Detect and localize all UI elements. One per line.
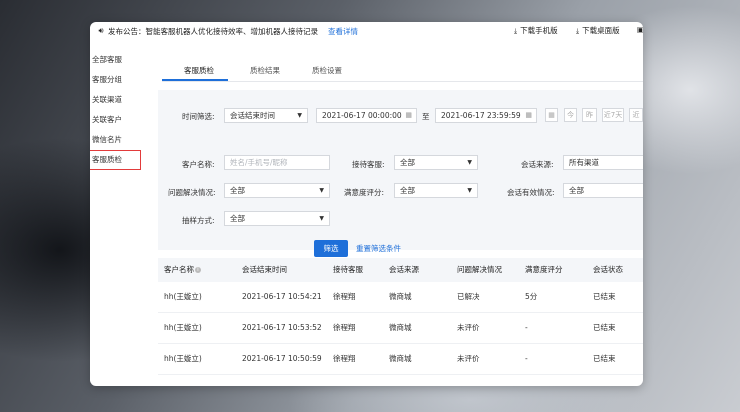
filter-panel: 时间筛选: 会话结束时间 ▼ 2021-06-17 00:00:00 ▦ 至 202… [158, 90, 643, 257]
sidebar-item-quality-check[interactable]: 客服质检 [90, 150, 141, 170]
end-time-input[interactable]: 2021-06-17 23:59:59 ▦ [435, 108, 537, 123]
tab-quality-check[interactable]: 客服质检 [184, 65, 214, 76]
end-time-cell: 2021-06-17 10:54:21 [242, 292, 322, 301]
resolution-cell: 未评价 [457, 354, 480, 363]
table-row[interactable]: hh(王嫙立) 2021-06-17 10:53:52 徐程翔 微商城 未评价 … [158, 313, 643, 344]
satisfaction-select[interactable]: 全部 ▼ [394, 183, 478, 198]
source-cell: 微商城 [389, 292, 412, 301]
customer-name-cell: hh(王嫙立) [164, 323, 202, 332]
sampling-method-label: 抽样方式: [182, 216, 215, 225]
customer-name-cell: hh(王嫙立) [164, 354, 202, 363]
sidebar-item-linked-customers[interactable]: 关联客户 [90, 110, 140, 130]
satisfaction-cell: 5分 [525, 292, 538, 301]
announcement-bar: 🔊︎ 发布公告：智能客服机器人优化接待效率、增加机器人接待记录 查看详情 ⤓ 下载… [90, 22, 643, 40]
sidebar-item-all-agents[interactable]: 全部客服 [90, 50, 140, 70]
tab-check-settings[interactable]: 质检设置 [312, 65, 342, 76]
speaker-icon: 🔊︎ [98, 26, 104, 35]
agent-select[interactable]: 全部 ▼ [394, 155, 478, 170]
calendar-icon: ▦ [405, 111, 412, 119]
calendar-picker-button[interactable]: ▦ [545, 108, 558, 122]
sampling-method-select[interactable]: 全部 ▼ [224, 211, 330, 226]
table-row[interactable]: hh(王嫙立) 2021-06-17 10:54:21 徐程翔 微商城 已解决 … [158, 282, 643, 313]
source-cell: 微商城 [389, 354, 412, 363]
start-time-input[interactable]: 2021-06-17 00:00:00 ▦ [316, 108, 417, 123]
filter-button[interactable]: 筛选 [314, 240, 348, 257]
quick-today-button[interactable]: 今 [564, 108, 577, 122]
resolution-cell: 已解决 [457, 292, 480, 301]
session-source-select[interactable]: 所有渠道 [563, 155, 643, 170]
sidebar: 全部客服 客服分组 关联渠道 关联客户 微信名片 客服质检 [90, 50, 141, 170]
resolution-cell: 未评价 [457, 323, 480, 332]
quick-yesterday-button[interactable]: 昨 [582, 108, 597, 122]
agent-cell: 徐程翔 [333, 323, 356, 332]
session-validity-select[interactable]: 全部 [563, 183, 643, 198]
customer-name-label: 客户名称: [182, 160, 215, 169]
table-header: 客户名称 i 会话结束时间 接待客服 会话来源 问题解决情况 满意度评分 会话状态 [158, 258, 643, 282]
satisfaction-cell: - [525, 354, 528, 363]
download-icon: ⤓ [576, 27, 580, 35]
quick-7days-button[interactable]: 近7天 [602, 108, 624, 122]
issue-resolution-select[interactable]: 全部 ▼ [224, 183, 330, 198]
status-cell: 已结束 [593, 323, 616, 332]
calendar-icon[interactable]: ▣ [637, 25, 643, 34]
info-icon[interactable]: i [195, 267, 201, 273]
app-window: 🔊︎ 发布公告：智能客服机器人优化接待效率、增加机器人接待记录 查看详情 ⤓ 下载… [90, 22, 643, 386]
announcement-text: 发布公告：智能客服机器人优化接待效率、增加机器人接待记录 [108, 26, 318, 36]
caret-down-icon: ▼ [319, 187, 324, 194]
active-tab-indicator [162, 79, 228, 81]
satisfaction-label: 满意度评分: [344, 188, 385, 197]
download-icon: ⤓ [514, 27, 518, 35]
caret-down-icon: ▼ [319, 215, 324, 222]
view-details-link[interactable]: 查看详情 [328, 26, 358, 37]
results-table: 客户名称 i 会话结束时间 接待客服 会话来源 问题解决情况 满意度评分 会话状态… [158, 258, 643, 375]
column-header: 接待客服 [333, 265, 363, 274]
tab-bar: 客服质检 质检结果 质检设置 [162, 62, 643, 82]
column-header: 会话状态 [593, 265, 623, 274]
time-type-select[interactable]: 会话结束时间 ▼ [224, 108, 308, 123]
agent-cell: 徐程翔 [333, 292, 356, 301]
agent-cell: 徐程翔 [333, 354, 356, 363]
session-source-label: 会话来源: [521, 160, 554, 169]
caret-down-icon: ▼ [297, 112, 302, 119]
table-row[interactable]: hh(王嫙立) 2021-06-17 10:50:59 徐程翔 微商城 未评价 … [158, 344, 643, 375]
end-time-cell: 2021-06-17 10:53:52 [242, 323, 322, 332]
end-time-cell: 2021-06-17 10:50:59 [242, 354, 322, 363]
source-cell: 微商城 [389, 323, 412, 332]
column-header: 客户名称 i [164, 258, 201, 282]
quick-30days-button[interactable]: 近30天 [629, 108, 643, 122]
calendar-icon: ▦ [525, 111, 532, 119]
column-header: 会话来源 [389, 265, 419, 274]
customer-name-input[interactable]: 姓名/手机号/昵称 [224, 155, 330, 170]
status-cell: 已结束 [593, 292, 616, 301]
sidebar-item-agent-groups[interactable]: 客服分组 [90, 70, 140, 90]
range-separator: 至 [422, 112, 430, 121]
sidebar-item-linked-channels[interactable]: 关联渠道 [90, 90, 140, 110]
column-header: 会话结束时间 [242, 265, 287, 274]
download-desktop-button[interactable]: ⤓ 下载桌面版 [576, 25, 620, 36]
caret-down-icon: ▼ [467, 159, 472, 166]
satisfaction-cell: - [525, 323, 528, 332]
time-filter-label: 时间筛选: [182, 112, 215, 121]
download-mobile-button[interactable]: ⤓ 下载手机版 [514, 25, 558, 36]
session-validity-label: 会话有效情况: [507, 188, 555, 197]
agent-label: 接待客服: [352, 160, 385, 169]
reset-filters-link[interactable]: 重置筛选条件 [356, 243, 401, 254]
column-header: 问题解决情况 [457, 265, 502, 274]
tab-check-results[interactable]: 质检结果 [250, 65, 280, 76]
caret-down-icon: ▼ [467, 187, 472, 194]
customer-name-cell: hh(王嫙立) [164, 292, 202, 301]
sidebar-item-wechat-card[interactable]: 微信名片 [90, 130, 140, 150]
column-header: 满意度评分 [525, 265, 563, 274]
issue-resolution-label: 问题解决情况: [168, 188, 216, 197]
status-cell: 已结束 [593, 354, 616, 363]
